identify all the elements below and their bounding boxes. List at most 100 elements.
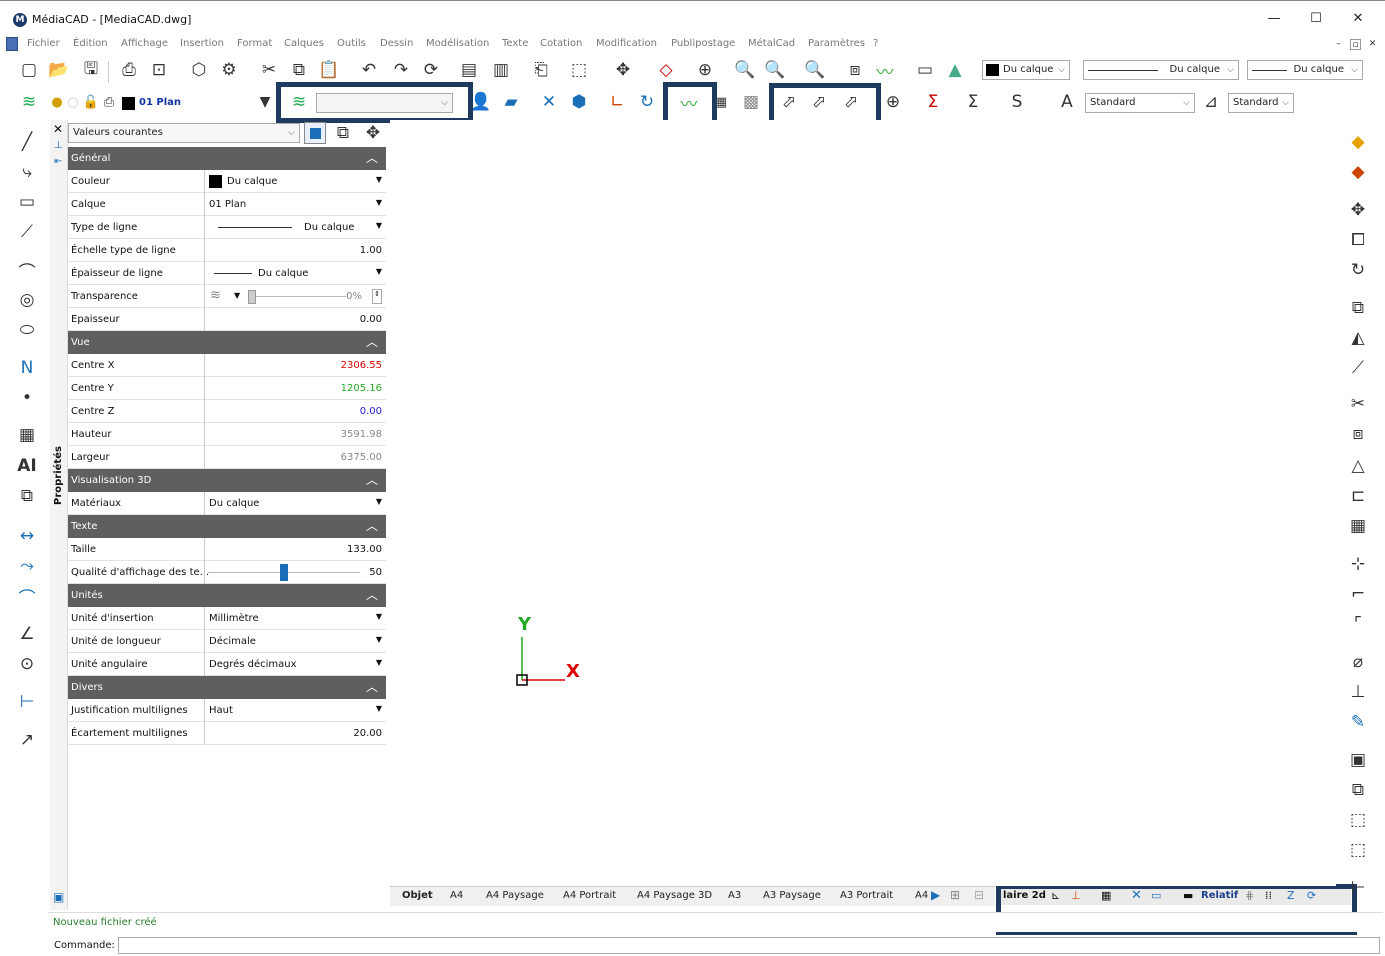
terrain-icon[interactable]: 〰: [874, 59, 896, 83]
cross-blue-icon[interactable]: ✕: [1131, 888, 1142, 903]
prop-row-calque[interactable]: Calque 01 Plan ▼: [68, 193, 386, 216]
mdi-close-icon[interactable]: ✕: [1367, 39, 1378, 50]
grid-snap-icon[interactable]: ▦: [1101, 889, 1111, 902]
prop-row-centre-y[interactable]: Centre Y 1205.16: [68, 377, 386, 400]
move-icon[interactable]: ✥: [1345, 198, 1371, 222]
prop-row-ecartement[interactable]: Écartement multilignes 20.00: [68, 722, 386, 745]
image-frame-icon[interactable]: ▭: [914, 59, 936, 81]
drawing-canvas[interactable]: Y X: [390, 120, 1336, 886]
trim-icon[interactable]: ✂: [1345, 392, 1371, 416]
layer-name[interactable]: 01 Plan: [139, 97, 181, 108]
continue-dim-icon[interactable]: ⊢: [14, 690, 40, 714]
insert-image-icon[interactable]: ▲: [944, 59, 966, 81]
aligned-dim-icon[interactable]: ⤳: [14, 554, 40, 578]
prop-row-transparence[interactable]: Transparence ≋ ▼ 0% ⇕: [68, 285, 386, 308]
mirror-icon[interactable]: ◭: [1345, 326, 1371, 350]
selection-dropdown[interactable]: Valeurs courantes ⌵: [68, 123, 300, 143]
tab-a4-paysage-3d[interactable]: A4 Paysage 3D: [637, 890, 712, 901]
refresh-status-icon[interactable]: ⟳: [1307, 889, 1316, 902]
layer-dropdown-arrow-icon[interactable]: ▼: [254, 91, 276, 113]
section-visualisation-3d[interactable]: Visualisation 3D ︿: [68, 469, 386, 492]
transparency-spinner[interactable]: ⇕: [372, 289, 382, 304]
zoom-window-icon[interactable]: 🔍: [734, 59, 756, 81]
section-vue[interactable]: Vue ︿: [68, 331, 386, 354]
circle-icon[interactable]: ◎: [14, 288, 40, 312]
named-views-icon[interactable]: ⧈: [844, 59, 866, 81]
prop-row-materiaux[interactable]: Matériaux Du calque ▼: [68, 492, 386, 515]
prop-row-epaisseur-ligne[interactable]: Épaisseur de ligne Du calque ▼: [68, 262, 386, 285]
print-layer-icon[interactable]: ⎙: [98, 91, 120, 113]
scale-icon[interactable]: ⧠: [1345, 228, 1371, 252]
paste-icon[interactable]: 📋: [318, 59, 340, 81]
lineweight-dropdown[interactable]: Du calque ⌵: [1247, 60, 1363, 80]
join-icon[interactable]: ⌀: [1345, 650, 1371, 674]
transparency-slider-thumb[interactable]: [248, 290, 256, 304]
tab-a3-paysage[interactable]: A3 Paysage: [763, 890, 821, 901]
view-cube-icon[interactable]: ⬚: [568, 59, 590, 81]
zoom-realtime-icon[interactable]: ⊕: [694, 59, 716, 81]
prop-row-unite-insertion[interactable]: Unité d'insertion Millimètre ▼: [68, 607, 386, 630]
arc-dim-icon[interactable]: ⌒: [14, 584, 40, 609]
menu-modification[interactable]: Modification: [596, 38, 657, 49]
panel-bottom-icon[interactable]: ▣: [53, 890, 64, 904]
pin-panel-icon[interactable]: ⊥: [54, 140, 63, 151]
stretch-icon[interactable]: ⟋: [1345, 356, 1371, 380]
properties-sheet-icon[interactable]: ▥: [490, 59, 512, 81]
layout-add-icon[interactable]: ⊞: [950, 888, 960, 902]
orbit-icon[interactable]: ✥: [612, 59, 634, 81]
section-texte[interactable]: Texte ︿: [68, 515, 386, 538]
minimize-button[interactable]: —: [1264, 11, 1284, 27]
tab-scroll-right-icon[interactable]: ▶: [931, 888, 940, 902]
offset-icon[interactable]: ⊏: [1345, 484, 1371, 508]
block-tool-icon[interactable]: ⧉: [14, 484, 40, 508]
relative-coords-label[interactable]: Relatif: [1201, 890, 1238, 901]
chamfer-icon[interactable]: ⌐: [1345, 582, 1371, 606]
draw-order-icon[interactable]: ▣: [1345, 748, 1371, 772]
tab-a4-portrait[interactable]: A4 Portrait: [563, 890, 616, 901]
rotate-icon[interactable]: ↻: [1345, 258, 1371, 282]
redo-icon[interactable]: ↷: [390, 59, 412, 81]
ortho-icon[interactable]: ⊾: [1051, 889, 1060, 902]
prop-row-centre-x[interactable]: Centre X 2306.55: [68, 354, 386, 377]
menu-fichier[interactable]: Fichier: [27, 38, 60, 49]
prop-row-epaisseur[interactable]: Epaisseur 0.00: [68, 308, 386, 331]
prop-row-largeur[interactable]: Largeur 6375.00: [68, 446, 386, 469]
insert-block-icon[interactable]: ⎗: [530, 59, 552, 81]
zoom-out-icon[interactable]: 🔍: [804, 59, 826, 81]
point-icon[interactable]: •: [14, 386, 40, 410]
open-folder-icon[interactable]: 📂: [48, 59, 70, 81]
navigation-diamond-icon[interactable]: ◇: [655, 59, 677, 81]
3d-box-icon[interactable]: ⬡: [188, 59, 210, 81]
close-button[interactable]: ✕: [1348, 11, 1368, 27]
user-icon[interactable]: 👤: [470, 91, 492, 113]
menu-help[interactable]: ?: [873, 38, 878, 49]
prop-row-hauteur[interactable]: Hauteur 3591.98: [68, 423, 386, 446]
copy-icon[interactable]: ⧉: [288, 59, 310, 81]
eraser-icon[interactable]: ◆: [1345, 130, 1371, 154]
tab-objet[interactable]: Objet: [402, 890, 433, 901]
mdi-restore-icon[interactable]: ▫: [1350, 39, 1361, 50]
explode-icon[interactable]: ⊥: [1345, 680, 1371, 704]
move-multi-icon[interactable]: ⊕: [882, 91, 904, 113]
polyline-icon[interactable]: ⤷: [14, 160, 40, 184]
line-icon[interactable]: ╱: [14, 130, 40, 154]
linear-dim-icon[interactable]: ↔: [14, 524, 40, 548]
angle-dim-icon[interactable]: ∠: [14, 622, 40, 646]
print-preview-icon[interactable]: ⊡: [148, 59, 170, 81]
tab-a4-paysage[interactable]: A4 Paysage: [486, 890, 544, 901]
menu-texte[interactable]: Texte: [502, 38, 528, 49]
extend-icon[interactable]: ⧈: [1345, 422, 1371, 446]
ellipse-icon[interactable]: ⬭: [14, 318, 40, 342]
tab-a4[interactable]: A4: [450, 890, 463, 901]
menu-publipostage[interactable]: Publipostage: [671, 38, 735, 49]
text-style-dropdown[interactable]: Standard ⌵: [1085, 93, 1195, 113]
prop-row-centre-z[interactable]: Centre Z 0.00: [68, 400, 386, 423]
select-objects-icon[interactable]: ⧉: [332, 122, 354, 144]
menu-insertion[interactable]: Insertion: [180, 38, 224, 49]
group-icon[interactable]: ⬚: [1345, 808, 1371, 832]
construction-line-icon[interactable]: ⟋: [14, 220, 40, 244]
prop-row-unite-angulaire[interactable]: Unité angulaire Degrés décimaux ▼: [68, 653, 386, 676]
leader-icon[interactable]: ↗: [14, 728, 40, 752]
tab-a3-portrait[interactable]: A3 Portrait: [840, 890, 893, 901]
prop-row-type-ligne[interactable]: Type de ligne Du calque ▼: [68, 216, 386, 239]
